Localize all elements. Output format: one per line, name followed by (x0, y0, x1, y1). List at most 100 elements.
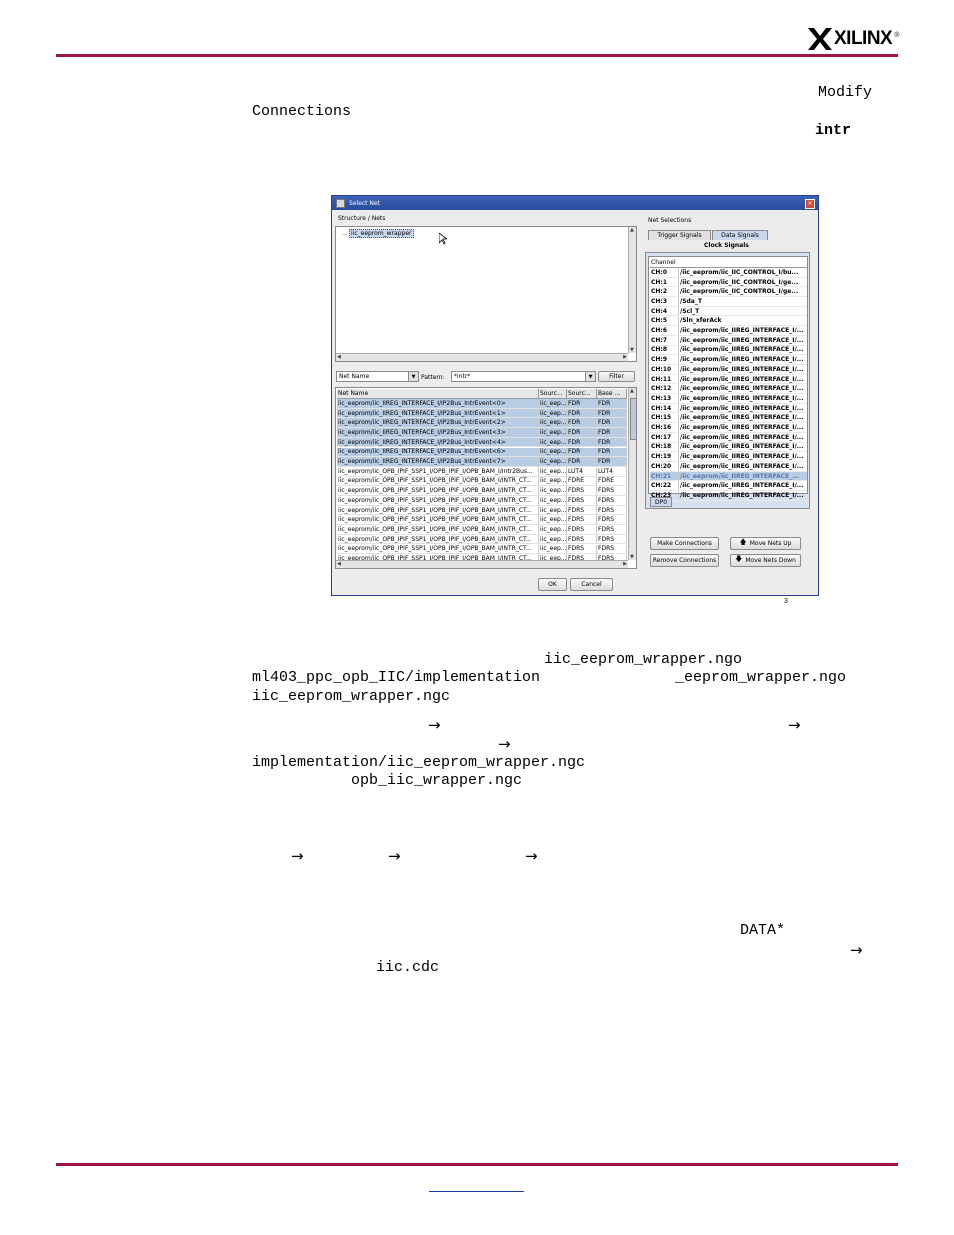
col-source1[interactable]: Sourc... (539, 389, 567, 398)
list-item[interactable]: CH:11/iic_eeprom/iic_IIREG_INTERFACE_I/.… (650, 374, 807, 385)
channel-net: /iic_eeprom/iic_IIREG_INTERFACE_I/... (680, 424, 804, 432)
net-name-cell: iic_eeprom/iic_OPB_IPIF_SSP1_I/OPB_IPIF_… (337, 544, 539, 554)
tree-expand-icon[interactable]: — (342, 231, 348, 238)
nets-vertical-scrollbar[interactable]: ▲ ▼ (628, 388, 637, 560)
source-cell: iic_eep... (540, 525, 567, 534)
table-row[interactable]: iic_eeprom/iic_IIREG_INTERFACE_I/IP2Bus_… (337, 457, 627, 467)
list-item[interactable]: CH:13/iic_eeprom/iic_IIREG_INTERFACE_I/.… (650, 394, 807, 404)
list-item[interactable]: CH:5/Sln_xferAck (650, 316, 807, 327)
list-item[interactable]: CH:2/iic_eeprom/iic_IIC_CONTROL_I/ge... (650, 287, 807, 298)
table-row[interactable]: iic_eeprom/iic_OPB_IPIF_SSP1_I/OPB_IPIF_… (337, 496, 627, 506)
base-cell: FDR (597, 428, 627, 437)
text-opb-ngc: opb_iic_wrapper.ngc (351, 772, 523, 789)
table-row[interactable]: iic_eeprom/iic_IIREG_INTERFACE_I/IP2Bus_… (337, 408, 627, 419)
list-item[interactable]: CH:4/Scl_T (650, 306, 807, 317)
list-item[interactable]: CH:10/iic_eeprom/iic_IIREG_INTERFACE_I/.… (650, 365, 807, 375)
tab-trigger-signals[interactable]: Trigger Signals (648, 230, 711, 240)
tab-dp0[interactable]: DP0 (650, 497, 672, 507)
source-cell: iic_eep... (540, 505, 567, 515)
channel-net: /iic_eeprom/iic_IIREG_INTERFACE_I/... (680, 462, 804, 470)
scrollbar-thumb[interactable] (630, 398, 637, 440)
channel-id: CH:14 (650, 403, 679, 413)
base-cell: FDR (597, 437, 627, 447)
channel-net: /iic_eeprom/iic_IIREG_INTERFACE_I/... (680, 365, 804, 373)
channel-net: /iic_eeprom/iic_IIC_CONTROL_I/ge... (680, 288, 799, 296)
table-row[interactable]: iic_eeprom/iic_OPB_IPIF_SSP1_I/OPB_IPIF_… (337, 525, 627, 535)
list-item[interactable]: CH:23/iic_eeprom/iic_IIREG_INTERFACE_I/.… (650, 491, 807, 501)
table-row[interactable]: iic_eeprom/iic_IIREG_INTERFACE_I/IP2Bus_… (337, 428, 627, 438)
list-item[interactable]: CH:21/iic_eeprom/iic_IIREG_INTERFACE_... (650, 471, 807, 482)
list-item[interactable]: CH:14/iic_eeprom/iic_IIREG_INTERFACE_I/.… (650, 403, 807, 414)
list-item[interactable]: CH:19/iic_eeprom/iic_IIREG_INTERFACE_I/.… (650, 452, 807, 462)
ok-button[interactable]: OK (538, 578, 567, 591)
col-channel[interactable]: Channel (650, 258, 807, 267)
close-icon[interactable]: × (805, 199, 815, 209)
make-connections-button[interactable]: Make Connections (650, 537, 719, 550)
remove-connections-button[interactable]: Remove Connections (650, 554, 719, 567)
move-nets-up-button[interactable]: 🡅 Move Nets Up (730, 537, 801, 550)
pattern-input[interactable]: *intr* ▼ (451, 371, 596, 382)
col-source2[interactable]: Sourc... (567, 389, 597, 398)
list-item[interactable]: CH:3/Sda_T (650, 297, 807, 307)
base-cell: FDRS (597, 496, 627, 505)
menu-arrow: → (525, 847, 538, 865)
net-name-combo[interactable]: Net Name ▼ (336, 371, 419, 382)
chevron-down-icon[interactable]: ▼ (585, 372, 595, 381)
tree-item-iic-eeprom-wrapper[interactable]: iic_eeprom_wrapper (349, 229, 414, 238)
list-item[interactable]: CH:17/iic_eeprom/iic_IIREG_INTERFACE_I/.… (650, 432, 807, 443)
tab-data-signals[interactable]: Data Signals (712, 230, 768, 240)
channel-net: /iic_eeprom/iic_IIREG_INTERFACE_I/... (680, 482, 804, 490)
structure-tree[interactable]: — iic_eeprom_wrapper ▲ ▼ ◀ ▶ (335, 226, 637, 362)
net-name-cell: iic_eeprom/iic_OPB_IPIF_SSP1_I/OPB_IPIF_… (337, 486, 539, 495)
menu-arrow: → (498, 735, 511, 753)
table-row[interactable]: iic_eeprom/iic_IIREG_INTERFACE_I/IP2Bus_… (337, 437, 627, 448)
text-connections: Connections (252, 103, 352, 120)
channel-id: CH:21 (650, 471, 679, 481)
channel-net: /iic_eeprom/iic_IIC_CONTROL_I/ge... (680, 278, 799, 286)
move-nets-down-button[interactable]: 🡇 Move Nets Down (730, 554, 801, 567)
tree-vertical-scrollbar[interactable]: ▲ ▼ (628, 227, 636, 353)
list-item[interactable]: CH:7/iic_eeprom/iic_IIREG_INTERFACE_I/..… (650, 335, 807, 346)
table-row[interactable]: iic_eeprom/iic_OPB_IPIF_SSP1_I/OPB_IPIF_… (337, 476, 627, 487)
table-row[interactable]: iic_eeprom/iic_OPB_IPIF_SSP1_I/OPB_IPIF_… (337, 466, 627, 477)
list-item[interactable]: CH:6/iic_eeprom/iic_IIREG_INTERFACE_I/..… (650, 326, 807, 336)
base-cell: FDR (597, 447, 627, 457)
chevron-down-icon[interactable]: ▼ (408, 372, 418, 381)
nets-horizontal-scrollbar[interactable]: ◀ ▶ (336, 560, 628, 568)
list-item[interactable]: CH:12/iic_eeprom/iic_IIREG_INTERFACE_I/.… (650, 384, 807, 395)
col-net-name[interactable]: Net Name (337, 389, 539, 398)
table-row[interactable]: iic_eeprom/iic_OPB_IPIF_SSP1_I/OPB_IPIF_… (337, 486, 627, 496)
list-item[interactable]: CH:15/iic_eeprom/iic_IIREG_INTERFACE_I/.… (650, 413, 807, 424)
list-item[interactable]: CH:0/iic_eeprom/iic_IIC_CONTROL_I/bu... (650, 268, 807, 278)
tab-clock-signals[interactable]: Clock Signals (704, 242, 749, 249)
tree-horizontal-scrollbar[interactable]: ◀ ▶ (336, 353, 628, 361)
cancel-button[interactable]: Cancel (570, 578, 613, 591)
table-row[interactable]: iic_eeprom/iic_OPB_IPIF_SSP1_I/OPB_IPIF_… (337, 544, 627, 555)
list-item[interactable]: CH:18/iic_eeprom/iic_IIREG_INTERFACE_I/.… (650, 442, 807, 453)
base-cell: FDRE (597, 476, 627, 486)
text-eeprom-ngo: _eeprom_wrapper.ngo (675, 669, 847, 686)
table-row[interactable]: iic_eeprom/iic_OPB_IPIF_SSP1_I/OPB_IPIF_… (337, 515, 627, 526)
table-row[interactable]: iic_eeprom/iic_IIREG_INTERFACE_I/IP2Bus_… (337, 447, 627, 458)
channel-id: CH:0 (650, 268, 679, 277)
base-cell: FDRS (597, 534, 627, 544)
net-name-cell: iic_eeprom/iic_IIREG_INTERFACE_I/IP2Bus_… (337, 447, 539, 457)
list-item[interactable]: CH:1/iic_eeprom/iic_IIC_CONTROL_I/ge... (650, 277, 807, 288)
table-row[interactable]: iic_eeprom/iic_IIREG_INTERFACE_I/IP2Bus_… (337, 399, 627, 409)
channel-id: CH:20 (650, 462, 679, 471)
dialog-titlebar: Select Net × (332, 196, 818, 210)
list-item[interactable]: CH:22/iic_eeprom/iic_IIREG_INTERFACE_I/.… (650, 481, 807, 492)
channel-id: CH:6 (650, 326, 679, 335)
filter-button[interactable]: Filter (598, 371, 635, 382)
list-item[interactable]: CH:20/iic_eeprom/iic_IIREG_INTERFACE_I/.… (650, 462, 807, 472)
list-item[interactable]: CH:8/iic_eeprom/iic_IIREG_INTERFACE_I/..… (650, 345, 807, 356)
table-row[interactable]: iic_eeprom/iic_OPB_IPIF_SSP1_I/OPB_IPIF_… (337, 505, 627, 516)
table-row[interactable]: iic_eeprom/iic_IIREG_INTERFACE_I/IP2Bus_… (337, 418, 627, 429)
footer-link-underline[interactable] (429, 1191, 524, 1192)
list-item[interactable]: CH:9/iic_eeprom/iic_IIREG_INTERFACE_I/..… (650, 355, 807, 365)
table-row[interactable]: iic_eeprom/iic_OPB_IPIF_SSP1_I/OPB_IPIF_… (337, 534, 627, 545)
channel-net: /iic_eeprom/iic_IIREG_INTERFACE_I/... (680, 336, 804, 344)
col-base[interactable]: Base ... (597, 389, 627, 398)
channel-net: /iic_eeprom/iic_IIREG_INTERFACE_I/... (680, 346, 804, 354)
list-item[interactable]: CH:16/iic_eeprom/iic_IIREG_INTERFACE_I/.… (650, 423, 807, 433)
